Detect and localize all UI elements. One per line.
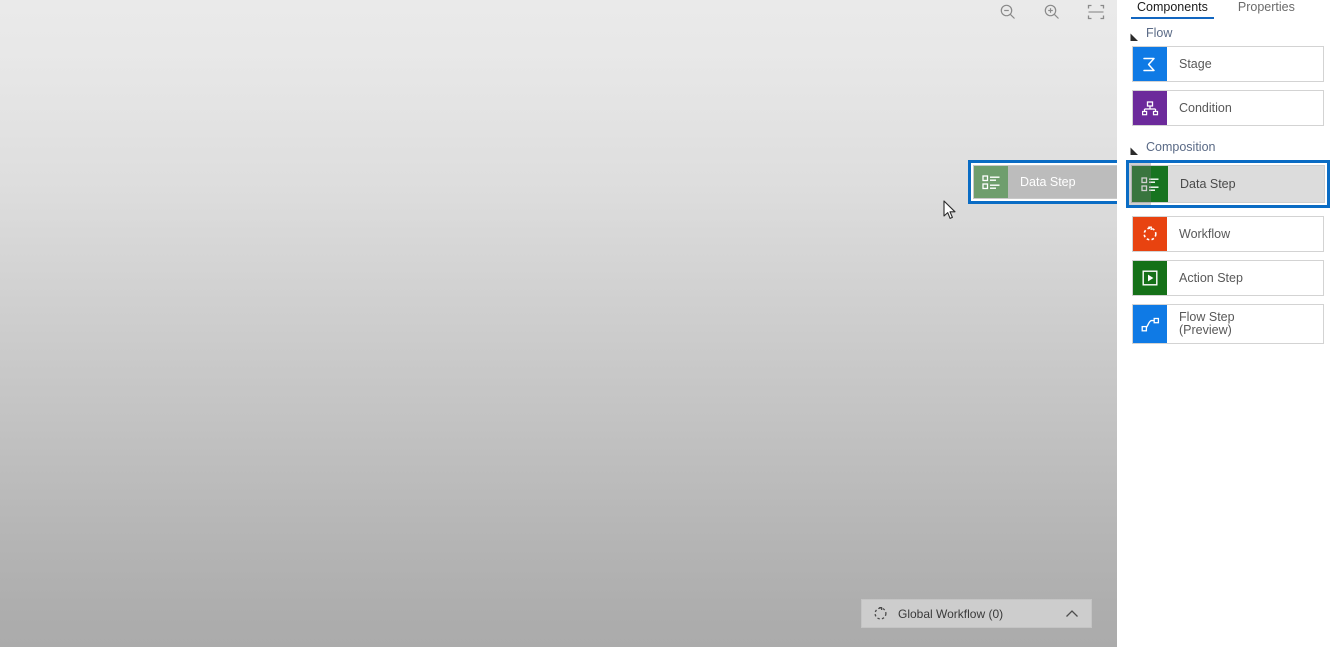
stage-icon [1133, 47, 1167, 81]
group-title-composition: Composition [1146, 140, 1216, 154]
global-workflow-label: Global Workflow (0) [898, 606, 1004, 621]
component-label-flow-step: Flow Step (Preview) [1179, 309, 1235, 337]
chevron-up-icon[interactable] [1063, 605, 1081, 623]
condition-icon [1133, 91, 1167, 125]
tab-components-label: Components [1137, 0, 1208, 14]
collapse-caret-icon [1130, 143, 1139, 155]
sidebar-tab-strip: Components Properties [1117, 0, 1333, 22]
flow-step-icon-tile [1133, 305, 1167, 343]
stage-icon-tile [1133, 47, 1167, 81]
component-item-flow-step[interactable]: Flow Step (Preview) [1132, 304, 1324, 344]
component-label-data-step: Data Step [1180, 176, 1236, 191]
component-list-composition: Data Step Workflow Action Step Flow Step… [1117, 160, 1333, 344]
workflow-icon-tile [1133, 217, 1167, 251]
action-step-icon-tile [1133, 261, 1167, 295]
global-workflow-bar[interactable]: Global Workflow (0) [861, 599, 1092, 628]
flow-canvas[interactable]: Data Step Global Workflow (0) [0, 0, 1117, 647]
data-step-icon-tile [1129, 163, 1168, 205]
component-group-composition: Composition Data Step Workflow Action St… [1117, 138, 1333, 344]
flow-step-icon [1133, 305, 1167, 343]
flow-designer-app: Data Step Global Workflow (0) Components… [0, 0, 1333, 647]
component-item-action-step[interactable]: Action Step [1132, 260, 1324, 296]
fit-to-screen-icon[interactable] [1085, 1, 1107, 23]
action-step-icon [1133, 261, 1167, 295]
component-list-flow: Stage Condition [1117, 46, 1333, 126]
dragged-data-step-ghost[interactable]: Data Step [968, 160, 1117, 204]
dragged-ghost-label: Data Step [1020, 175, 1076, 189]
component-item-workflow[interactable]: Workflow [1132, 216, 1324, 252]
tab-components[interactable]: Components [1131, 0, 1214, 19]
component-item-condition[interactable]: Condition [1132, 90, 1324, 126]
condition-icon-tile [1133, 91, 1167, 125]
dragged-ghost-body: Data Step [973, 165, 1117, 199]
group-title-flow: Flow [1146, 26, 1173, 40]
components-sidebar: Components Properties Flow Stage Conditi… [1117, 0, 1333, 647]
workflow-icon [1133, 217, 1167, 251]
mouse-cursor [943, 200, 957, 221]
zoom-out-icon[interactable] [997, 1, 1019, 23]
component-item-stage[interactable]: Stage [1132, 46, 1324, 82]
group-header-flow[interactable]: Flow [1117, 24, 1333, 42]
group-header-composition[interactable]: Composition [1117, 138, 1333, 156]
workflow-circle-icon [872, 606, 888, 622]
component-group-flow: Flow Stage Condition [1117, 24, 1333, 126]
component-label-workflow: Workflow [1179, 226, 1231, 241]
tab-properties[interactable]: Properties [1232, 0, 1301, 19]
component-label-stage: Stage [1179, 56, 1212, 71]
component-label-action-step: Action Step [1179, 270, 1243, 285]
data-step-icon [1129, 163, 1168, 205]
component-item-data-step[interactable]: Data Step [1126, 160, 1330, 208]
zoom-toolbar [997, 0, 1107, 24]
component-label-condition: Condition [1179, 100, 1232, 115]
data-step-icon [974, 166, 1008, 198]
collapse-caret-icon [1130, 29, 1139, 41]
zoom-in-icon[interactable] [1041, 1, 1063, 23]
component-item-data-step-inner: Data Step [1129, 163, 1325, 205]
tab-properties-label: Properties [1237, 0, 1295, 14]
